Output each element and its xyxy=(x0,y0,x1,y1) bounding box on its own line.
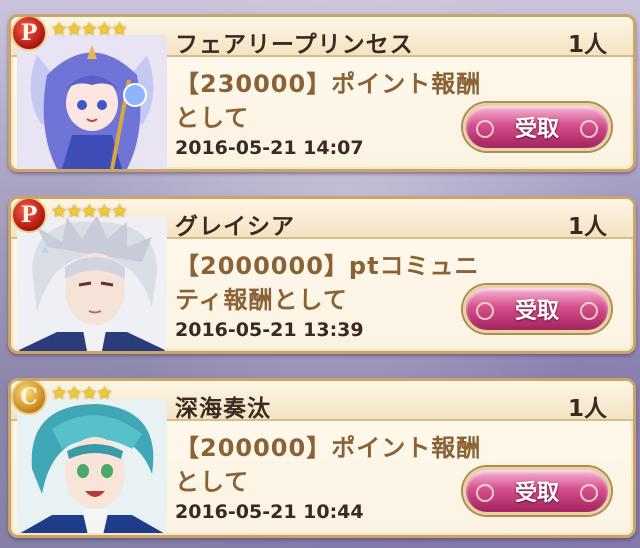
reward-date: 2016-05-21 10:44 xyxy=(175,501,364,523)
fairy-princess-portrait-icon xyxy=(17,35,167,169)
claim-button[interactable]: 受取 xyxy=(463,103,611,151)
recipient-count: 1人 xyxy=(567,214,607,240)
reward-card: P ★★★★★ グレイシア 1人 【2000000】ptコミュニティ報酬として … xyxy=(8,196,636,354)
claim-button[interactable]: 受取 xyxy=(463,467,611,515)
reward-date: 2016-05-21 13:39 xyxy=(175,319,364,341)
character-name: フェアリープリンセス xyxy=(175,32,414,58)
recipient-count: 1人 xyxy=(567,32,607,58)
reward-card: P ★★★★★ フェアリープリンセス 1人 【230000】ポイント報酬として … xyxy=(8,14,636,172)
character-name: 深海奏汰 xyxy=(175,396,271,422)
rarity-badge: C xyxy=(11,381,47,415)
star-rating: ★★★★★ xyxy=(51,19,128,40)
claim-button[interactable]: 受取 xyxy=(463,285,611,333)
reward-date: 2016-05-21 14:07 xyxy=(175,137,364,159)
star-rating: ★★★★ xyxy=(51,383,113,404)
star-rating: ★★★★★ xyxy=(51,201,128,222)
rarity-badge: P xyxy=(11,199,47,233)
rarity-badge: P xyxy=(11,17,47,51)
character-name: グレイシア xyxy=(175,214,295,240)
recipient-count: 1人 xyxy=(567,396,607,422)
teal-haired-character-portrait-icon xyxy=(17,399,167,533)
reward-description: 【230000】ポイント報酬として xyxy=(175,70,482,132)
reward-card: C ★★★★ 深海奏汰 1人 【200000】ポイント報酬として 2016-05… xyxy=(8,378,636,538)
reward-description: 【2000000】ptコミュニティ報酬として xyxy=(175,252,480,314)
reward-description: 【200000】ポイント報酬として xyxy=(175,434,482,496)
silver-haired-character-portrait-icon xyxy=(17,217,167,351)
